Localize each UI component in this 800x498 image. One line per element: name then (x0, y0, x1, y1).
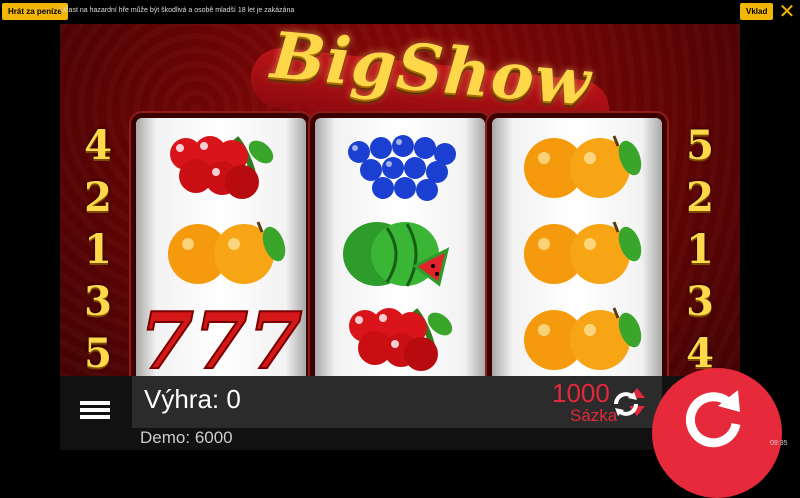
demo-label: Demo: (140, 428, 191, 447)
cherries-symbol-icon (315, 296, 485, 380)
seven-symbol-icon: 777 (136, 295, 306, 388)
reel-1: 777 (136, 118, 306, 388)
payline-number[interactable]: 3 (78, 276, 118, 328)
cherries-symbol-icon (136, 124, 306, 208)
spin-icon (685, 390, 741, 448)
paylines-left: 4 2 1 3 5 (78, 120, 118, 380)
control-bar: Výhra: 0 1000 Sázka Demo: 6000 (60, 368, 782, 498)
orange-symbol-icon (492, 210, 662, 294)
spin-button[interactable] (652, 368, 782, 498)
grapes-symbol-icon (315, 124, 485, 208)
payline-number[interactable]: 1 (78, 224, 118, 276)
orange-symbol-icon (136, 210, 306, 294)
payline-number[interactable]: 5 (78, 328, 118, 380)
hamburger-icon[interactable] (80, 398, 110, 428)
orange-symbol-icon (492, 124, 662, 208)
reel-3 (492, 118, 662, 386)
payline-number[interactable]: 2 (78, 172, 118, 224)
win-label: Výhra: 0 (144, 384, 241, 414)
demo-value: 6000 (194, 428, 233, 447)
reel-2 (315, 118, 485, 386)
svg-text:777: 777 (140, 296, 303, 380)
payline-number[interactable]: 4 (78, 120, 118, 172)
orange-symbol-icon (492, 296, 662, 380)
payline-number[interactable]: 2 (680, 172, 720, 224)
gambling-warning: Účast na hazardní hře může být škodlivá … (60, 7, 295, 14)
clock: 09:35 (770, 440, 788, 447)
payline-number[interactable]: 3 (680, 276, 720, 328)
payline-number[interactable]: 1 (680, 224, 720, 276)
deposit-button[interactable]: Vklad (740, 3, 774, 20)
win-panel: Výhra: 0 1000 Sázka (132, 376, 662, 428)
demo-balance: Demo: 6000 (140, 428, 233, 448)
top-bar: Hrát za peníze Účast na hazardní hře můž… (0, 0, 800, 24)
bet-value: 1000 (552, 378, 610, 408)
paylines-right: 5 2 1 3 4 (680, 120, 720, 380)
play-for-money-button[interactable]: Hrát za peníze (2, 3, 68, 20)
payline-number[interactable]: 5 (680, 120, 720, 172)
watermelon-symbol-icon (315, 210, 485, 294)
close-icon[interactable]: ✕ (777, 2, 797, 22)
autoplay-icon[interactable] (608, 386, 644, 422)
